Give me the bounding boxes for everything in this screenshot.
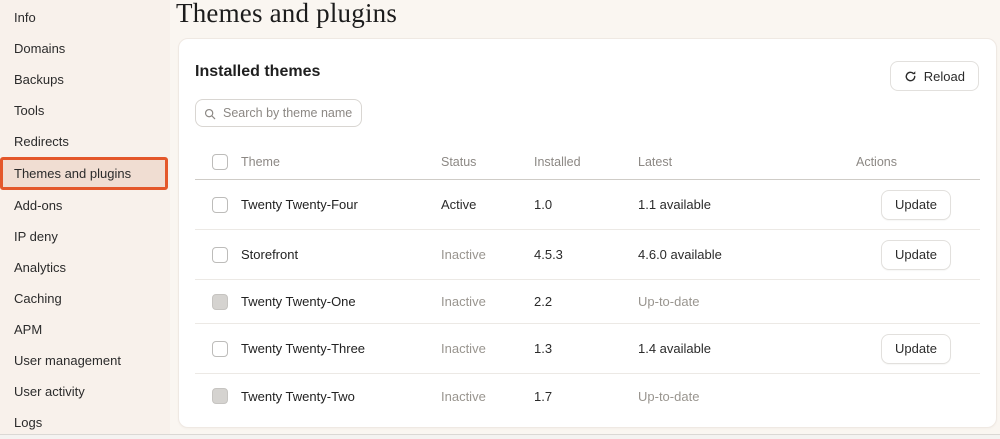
latest-version: Up-to-date [638,294,856,309]
update-button[interactable]: Update [881,240,951,270]
row-checkbox [212,294,228,310]
latest-version: Up-to-date [638,389,856,404]
actions-cell: Update [856,334,980,364]
sidebar-item-backups[interactable]: Backups [0,64,170,95]
search-input[interactable] [195,99,362,127]
column-header-status: Status [441,155,534,169]
theme-status: Inactive [441,247,534,262]
sidebar-nav: Info Domains Backups Tools Redirects Themes a… [0,2,170,438]
latest-version: 4.6.0 available [638,247,856,262]
update-button[interactable]: Update [881,190,951,220]
sidebar-item-label: Tools [14,103,44,118]
sidebar-item-domains[interactable]: Domains [0,33,170,64]
row-checkbox [212,388,228,404]
sidebar-item-label: Backups [14,72,64,87]
search-wrap [195,99,362,127]
theme-name: Twenty Twenty-Three [241,341,441,356]
table-row: Twenty Twenty-FourActive1.01.1 available… [195,180,980,230]
installed-version: 1.7 [534,389,638,404]
row-checkbox[interactable] [212,341,228,357]
column-header-installed: Installed [534,155,638,169]
installed-version: 1.0 [534,197,638,212]
select-all-checkbox[interactable] [212,154,228,170]
column-header-theme: Theme [241,155,441,169]
card-title: Installed themes [195,63,980,81]
actions-cell: Update [856,190,980,220]
sidebar-item-caching[interactable]: Caching [0,283,170,314]
reload-icon [904,70,917,83]
row-checkbox-cell [195,341,241,357]
sidebar-item-label: APM [14,322,42,337]
sidebar-item-user-management[interactable]: User management [0,345,170,376]
theme-name: Twenty Twenty-Two [241,389,441,404]
row-checkbox-cell [195,294,241,310]
sidebar-item-add-ons[interactable]: Add-ons [0,190,170,221]
theme-status: Inactive [441,389,534,404]
installed-version: 1.3 [534,341,638,356]
sidebar-item-redirects[interactable]: Redirects [0,126,170,157]
theme-status: Inactive [441,341,534,356]
column-header-actions: Actions [856,155,980,169]
sidebar-item-label: User management [14,353,121,368]
sidebar-item-label: IP deny [14,229,58,244]
sidebar-item-tools[interactable]: Tools [0,95,170,126]
sidebar-item-label: Caching [14,291,62,306]
theme-status: Active [441,197,534,212]
sidebar-item-user-activity[interactable]: User activity [0,376,170,407]
installed-version: 4.5.3 [534,247,638,262]
column-header-latest: Latest [638,155,856,169]
bottom-divider [0,434,1000,439]
table-row: Twenty Twenty-ThreeInactive1.31.4 availa… [195,324,980,374]
sidebar-item-label: Logs [14,415,42,430]
themes-table: Theme Status Installed Latest Actions Tw… [195,144,980,418]
sidebar-item-label: Themes and plugins [14,166,131,181]
reload-button[interactable]: Reload [890,61,979,91]
table-body: Twenty Twenty-FourActive1.01.1 available… [195,180,980,418]
latest-version: 1.1 available [638,197,856,212]
actions-cell: Update [856,240,980,270]
sidebar-item-label: Analytics [14,260,66,275]
update-button[interactable]: Update [881,334,951,364]
table-row: StorefrontInactive4.5.34.6.0 available Up… [195,230,980,280]
sidebar-item-analytics[interactable]: Analytics [0,252,170,283]
theme-name: Storefront [241,247,441,262]
reload-label: Reload [924,69,965,84]
theme-name: Twenty Twenty-One [241,294,441,309]
sidebar-item-themes-and-plugins[interactable]: Themes and plugins [0,157,168,190]
row-checkbox-cell [195,388,241,404]
sidebar-item-apm[interactable]: APM [0,314,170,345]
sidebar-item-info[interactable]: Info [0,2,170,33]
sidebar: Info Domains Backups Tools Redirects Themes a… [0,0,170,434]
sidebar-item-ip-deny[interactable]: IP deny [0,221,170,252]
sidebar-item-label: Domains [14,41,65,56]
latest-version: 1.4 available [638,341,856,356]
row-checkbox-cell [195,197,241,213]
sidebar-item-label: User activity [14,384,85,399]
sidebar-item-label: Info [14,10,36,25]
row-checkbox[interactable] [212,197,228,213]
row-checkbox[interactable] [212,247,228,263]
table-header-row: Theme Status Installed Latest Actions [195,144,980,180]
installed-version: 2.2 [534,294,638,309]
installed-themes-card: Installed themes Reload Theme Status Ins… [178,38,997,428]
sidebar-item-label: Redirects [14,134,69,149]
table-row: Twenty Twenty-OneInactive2.2Up-to-date [195,280,980,324]
row-checkbox-cell [195,247,241,263]
theme-status: Inactive [441,294,534,309]
table-row: Twenty Twenty-TwoInactive1.7Up-to-date [195,374,980,418]
sidebar-item-label: Add-ons [14,198,62,213]
theme-name: Twenty Twenty-Four [241,197,441,212]
page-title: Themes and plugins [176,0,397,29]
